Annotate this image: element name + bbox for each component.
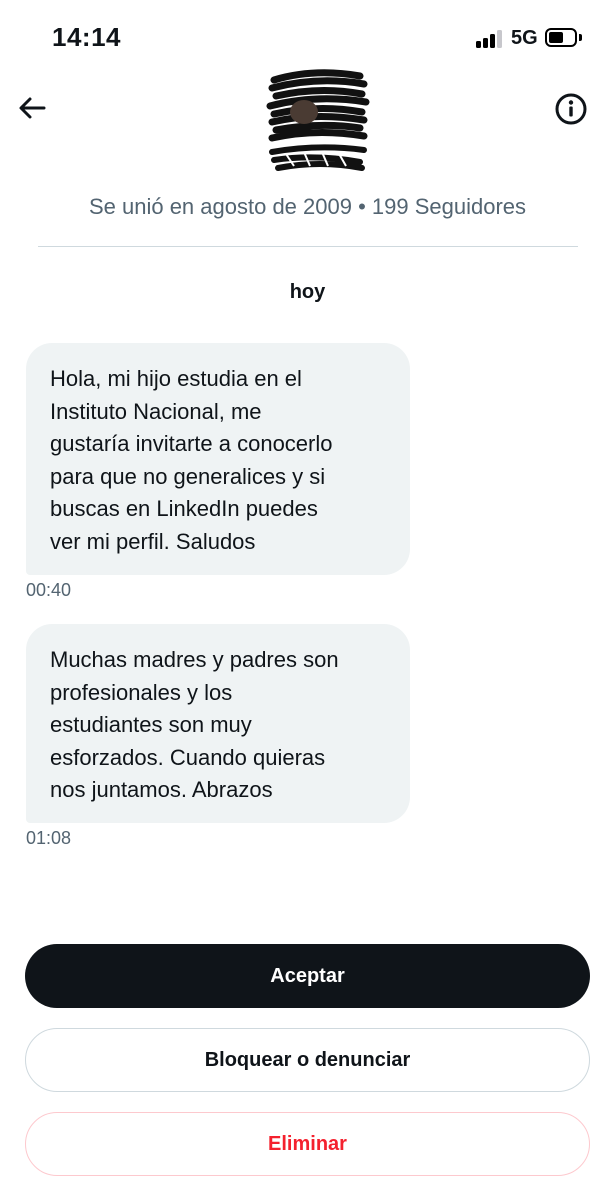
avatar[interactable] bbox=[264, 66, 372, 174]
block-report-button[interactable]: Bloquear o denunciar bbox=[25, 1028, 590, 1092]
message-bubble[interactable]: Hola, mi hijo estudia en el Instituto Na… bbox=[26, 343, 410, 575]
day-label: hoy bbox=[289, 281, 326, 303]
battery-tip bbox=[579, 34, 582, 41]
arrow-left-icon[interactable] bbox=[16, 92, 48, 124]
profile-meta: Se unió en agosto de 2009 • 199 Seguidor… bbox=[88, 194, 527, 219]
info-circle-icon[interactable] bbox=[554, 92, 588, 126]
message-timestamp: 00:40 bbox=[26, 580, 72, 600]
signal-icon bbox=[476, 30, 504, 48]
divider bbox=[38, 246, 578, 247]
message-bubble[interactable]: Muchas madres y padres son profesionales… bbox=[26, 624, 410, 823]
status-time: 14:14 bbox=[52, 22, 121, 52]
battery-icon bbox=[545, 28, 577, 47]
network-label: 5G bbox=[511, 27, 538, 49]
message-timestamp: 01:08 bbox=[26, 828, 72, 848]
delete-button[interactable]: Eliminar bbox=[25, 1112, 590, 1176]
accept-button[interactable]: Aceptar bbox=[25, 944, 590, 1008]
